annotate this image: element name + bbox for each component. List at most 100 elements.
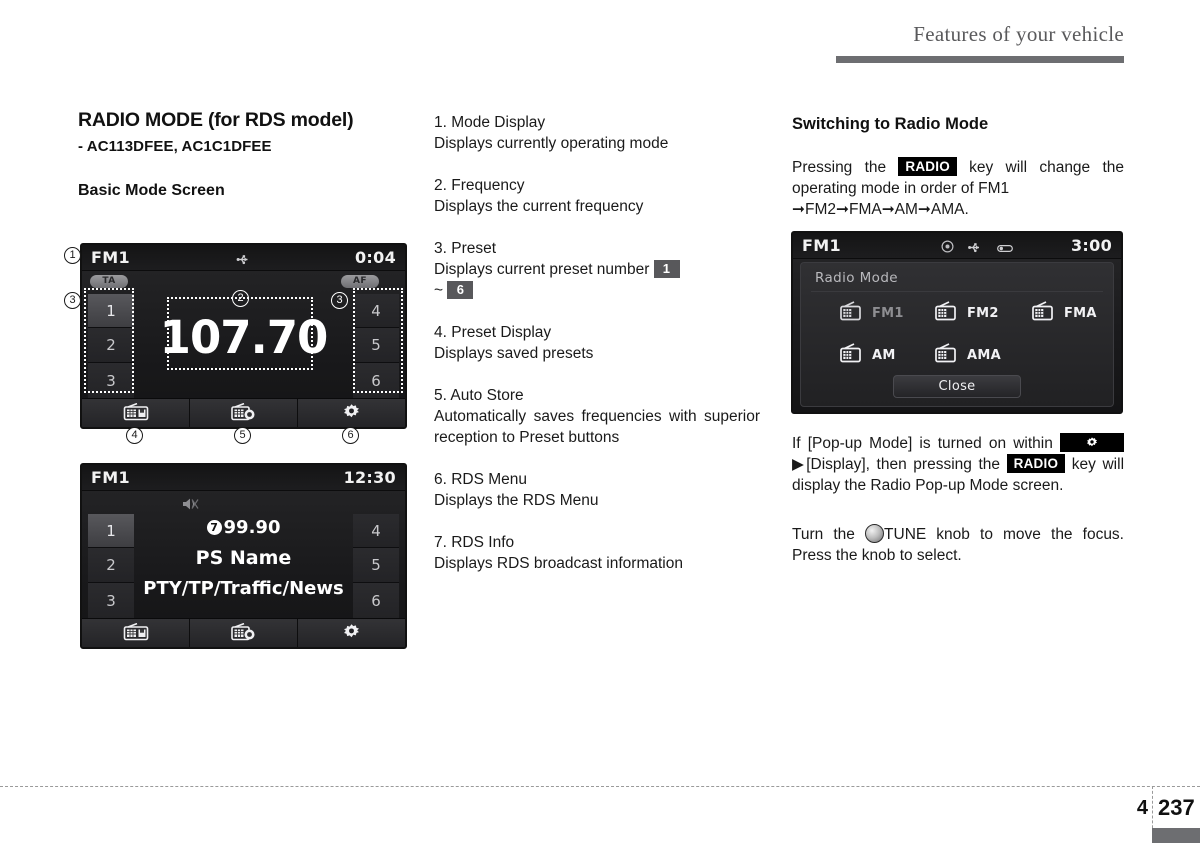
radio-mode-option-fm1[interactable]: FM1 <box>839 301 904 325</box>
rds-pty-line: PTY/TP/Traffic/News <box>143 578 344 599</box>
disc-icon <box>941 238 954 257</box>
right-section-title: Switching to Radio Mode <box>792 115 989 133</box>
item-1: 1. Mode Display Displays currently opera… <box>434 112 764 154</box>
af-indicator: AF <box>341 275 379 288</box>
panel-title: Radio Mode <box>815 270 899 286</box>
callout-1: 1 <box>64 247 81 264</box>
rds-ps-name: PS Name <box>195 547 292 569</box>
item-4: 4. Preset Display Displays saved presets <box>434 322 764 364</box>
callout-3-right: 3 <box>331 292 348 309</box>
section-title: RADIO MODE (for RDS model) <box>78 109 354 131</box>
mode-label-rds: FM1 <box>91 468 130 487</box>
right-column: Switching to Radio Mode Pressing the RAD… <box>792 115 1124 220</box>
right-para-3-a: Turn the <box>792 526 855 543</box>
item-3: 3. Preset Displays current preset number… <box>434 238 764 301</box>
preset-store-button[interactable] <box>82 619 190 647</box>
function-bar-rds <box>82 618 405 647</box>
item-6: 6. RDS Menu Displays the RDS Menu <box>434 469 764 511</box>
panel-divider <box>811 291 1103 292</box>
callout-4: 4 <box>126 427 143 444</box>
radio-mode-label-fm2: FM2 <box>967 305 999 321</box>
radio-mode-option-fma[interactable]: FMA <box>1031 301 1097 325</box>
item-4-heading: 4. Preset Display <box>434 324 552 341</box>
radio-key-badge-2: RADIO <box>1006 454 1066 473</box>
ta-indicator: TA <box>90 275 128 288</box>
auto-store-button[interactable] <box>190 399 298 427</box>
settings-button[interactable] <box>298 619 405 647</box>
radio-mode-option-fm2[interactable]: FM2 <box>934 301 999 325</box>
radio-mode-label-ama: AMA <box>967 347 1001 363</box>
item-2-heading: 2. Frequency <box>434 177 525 194</box>
settings-key-badge <box>1060 433 1124 452</box>
auto-store-button[interactable] <box>190 619 298 647</box>
radio-icon <box>934 301 960 325</box>
radio-mode-label-am: AM <box>872 347 896 363</box>
chapter-number: 4 <box>1136 797 1148 819</box>
callout-box-frequency <box>167 297 313 370</box>
preset-store-button[interactable] <box>82 399 190 427</box>
preset-badge-max: 6 <box>447 281 474 299</box>
item-1-heading: 1. Mode Display <box>434 114 546 131</box>
right-para-1-c: ➞FM2➞FMA➞AM➞AMA. <box>792 201 969 218</box>
item-1-desc: Displays currently operating mode <box>434 135 669 152</box>
radio-mode-label-fm1: FM1 <box>872 305 904 321</box>
function-bar <box>82 398 405 427</box>
item-7: 7. RDS Info Displays RDS broadcast infor… <box>434 532 764 574</box>
manual-page: Features of your vehicle RADIO MODE (for… <box>0 0 1200 843</box>
status-bar: FM1 0:04 <box>82 245 405 271</box>
preset-store-icon <box>123 402 149 425</box>
preset-badge-min: 1 <box>653 260 680 278</box>
model-codes: - AC113DFEE, AC1C1DFEE <box>78 138 272 156</box>
preset-store-icon <box>123 622 149 645</box>
callout-box-preset-right <box>353 288 403 393</box>
right-para-1: Pressing the RADIO key will change the o… <box>792 157 1124 199</box>
item-3-desc: Displays current preset number 1 <box>434 259 760 280</box>
right-para-1-a: Pressing the <box>792 159 887 176</box>
right-para-2-b: ▶[Display], then pressing the <box>792 456 1001 473</box>
usb-icon <box>236 250 251 269</box>
rds-frequency-row: 7 99.90 <box>82 517 405 538</box>
radio-mode-option-ama[interactable]: AMA <box>934 343 1001 367</box>
screen-body-popup: Radio Mode FM1 FM2 FMA AM AMA Close <box>793 259 1121 412</box>
callout-5: 5 <box>234 427 251 444</box>
settings-gear-icon <box>342 623 361 646</box>
usb-icon <box>967 238 983 257</box>
status-bar-rds: FM1 12:30 <box>82 465 405 491</box>
radio-mode-option-am[interactable]: AM <box>839 343 896 367</box>
mute-speaker-icon <box>182 496 200 515</box>
status-bar-popup: FM1 3:00 <box>793 233 1121 259</box>
item-7-desc: Displays RDS broadcast information <box>434 555 683 572</box>
clock-label-popup: 3:00 <box>1071 236 1112 255</box>
item-6-desc: Displays the RDS Menu <box>434 492 599 509</box>
header-rule <box>836 56 1124 63</box>
auto-store-icon <box>230 402 257 425</box>
page-header-title: Features of your vehicle <box>913 22 1124 46</box>
clock-label-rds: 12:30 <box>343 468 396 487</box>
status-icons-popup <box>941 238 1013 257</box>
status-icons <box>236 250 251 269</box>
subsection-title: Basic Mode Screen <box>78 182 225 200</box>
rds-frequency: 99.90 <box>223 517 281 538</box>
radio-icon <box>839 343 865 367</box>
close-button[interactable]: Close <box>893 375 1021 398</box>
clock-label: 0:04 <box>355 248 396 267</box>
auto-store-icon <box>230 622 257 645</box>
callout-6: 6 <box>342 427 359 444</box>
screen-body-rds: 1 2 3 4 5 6 7 99.90 PS Name PTY/TP/Traffi… <box>82 491 405 647</box>
callout-2: 2 <box>232 290 249 307</box>
item-3-heading: 3. Preset <box>434 240 497 257</box>
mode-label-popup: FM1 <box>802 236 841 255</box>
left-column: RADIO MODE (for RDS model) - AC113DFEE, … <box>78 108 410 200</box>
item-2-desc: Displays the current frequency <box>434 198 644 215</box>
footer-tab-mark <box>1152 828 1200 843</box>
settings-gear-icon <box>342 403 361 426</box>
item-5-desc: Automatically saves frequencies with sup… <box>434 408 760 446</box>
settings-button[interactable] <box>298 399 405 427</box>
right-para-2: If [Pop-up Mode] is turned on within ▶[D… <box>792 433 1124 496</box>
item-3-desc-line2: ~ 6 <box>434 280 764 301</box>
radio-popup-mode-screen: FM1 3:00 Radio Mode FM1 FM2 FMA AM AMA C… <box>791 231 1123 414</box>
item-6-heading: 6. RDS Menu <box>434 471 528 488</box>
callout-box-preset-left <box>84 288 134 393</box>
callout-7: 7 <box>206 520 222 535</box>
radio-key-badge: RADIO <box>898 157 957 176</box>
